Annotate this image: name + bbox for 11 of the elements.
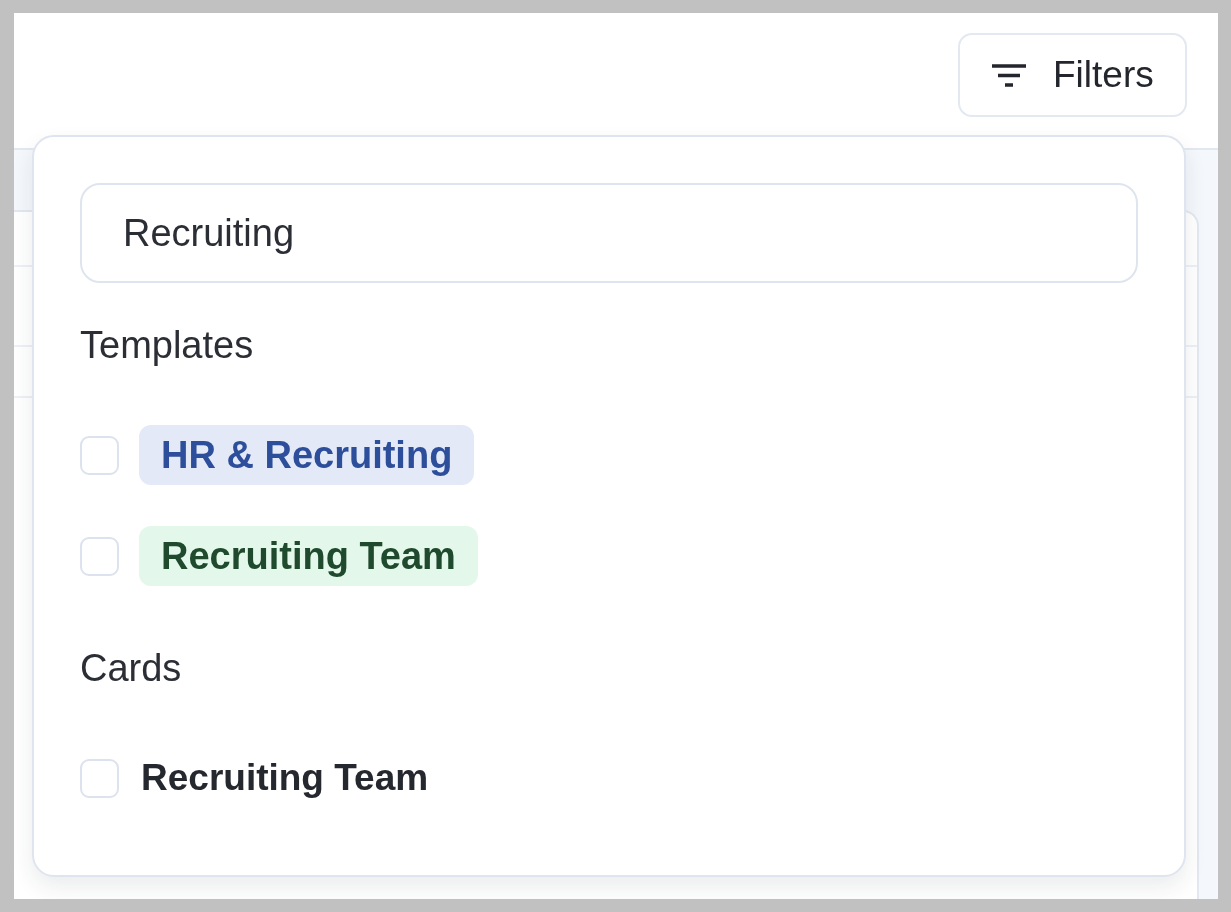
tag: Recruiting Team — [139, 526, 478, 586]
filters-button[interactable]: Filters — [958, 33, 1187, 117]
search-field[interactable]: Recruiting — [80, 183, 1138, 283]
checkbox[interactable] — [80, 536, 119, 576]
section-title: Templates — [80, 323, 255, 368]
filter-icon — [992, 63, 1026, 87]
item-label: Recruiting Team — [141, 756, 429, 800]
section-title: Cards — [80, 646, 183, 691]
checkbox[interactable] — [80, 758, 119, 798]
checkbox[interactable] — [80, 435, 119, 475]
tag: HR & Recruiting — [139, 425, 475, 485]
